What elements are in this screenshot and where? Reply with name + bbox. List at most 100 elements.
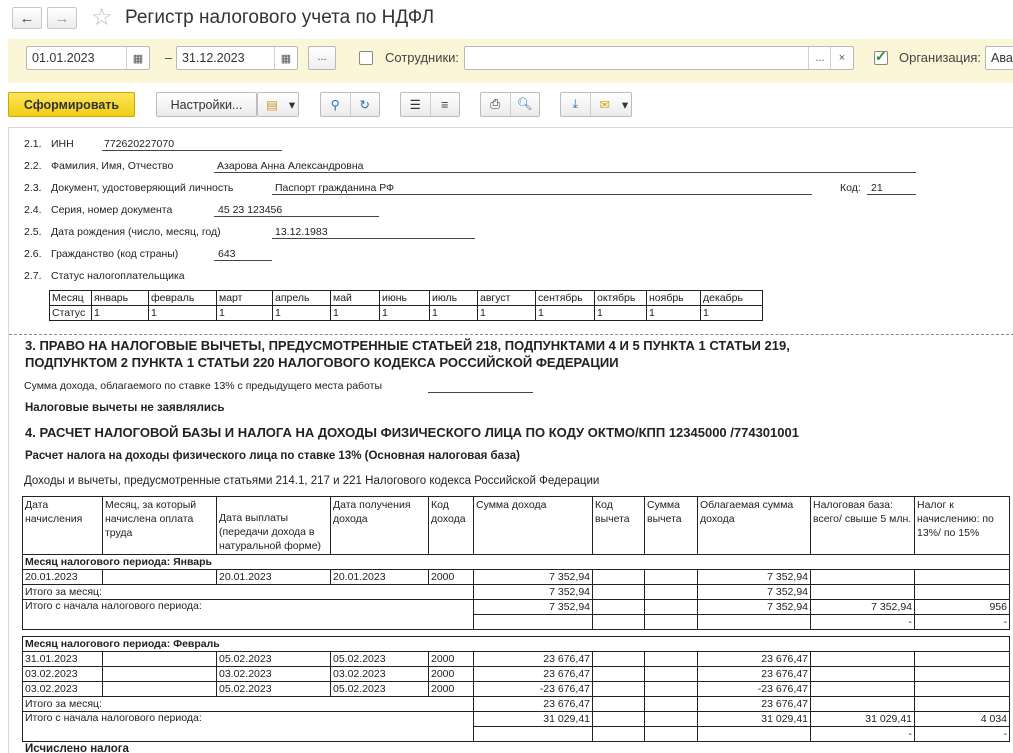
ytd-tax: 4 034 [914,711,1010,727]
search-next-icon[interactable]: ↻ [349,93,380,116]
date-from-value: 01.01.2023 [32,51,95,65]
send-email-icon[interactable]: ✉ [589,93,620,116]
cell-income-code: 2000 [428,666,474,682]
cell-payment-date: 20.01.2023 [216,569,331,585]
cell-deduction-sum [644,666,698,682]
print-icon[interactable]: ⎙ [481,93,510,116]
search-icon[interactable]: ⚲ [321,93,350,116]
toolbar: Сформировать Настройки... ▤ ▾ ⚲ ↻ ☰ ≡ ⎙ … [0,84,1013,126]
employees-checkbox[interactable] [359,51,373,65]
underline [214,260,272,261]
cell-month [102,651,217,667]
month-cell: апрель [272,290,331,306]
month-total-row: Итого за месяц: 23 676,47 23 676,47 [22,696,1010,712]
ytd-tax: 956 [914,599,1010,615]
underline [102,150,282,151]
cell-month [102,666,217,682]
status-cell: 1 [594,305,647,321]
employees-label: Сотрудники: [385,50,460,65]
status-cell: 1 [535,305,595,321]
print-button-group: ⎙ 🔍︎ [480,92,540,117]
back-arrow-icon[interactable]: ← [12,7,42,29]
status-header-cell: Статус [49,305,92,321]
month-section-title: Месяц налогового периода: Февраль [22,636,1010,652]
item-number: 2.5. [24,226,42,238]
settings-button[interactable]: Настройки... [156,92,257,117]
chevron-down-icon[interactable]: ▾ [619,93,631,116]
fio-value: Азарова Анна Александровна [217,160,364,172]
status-cell: 1 [272,305,331,321]
header-cell: Код вычета [592,496,645,555]
cell-income-code: 2000 [428,651,474,667]
employees-field[interactable]: ... × [464,46,854,70]
month-cell: июль [429,290,478,306]
organization-field[interactable]: Ава [985,46,1013,70]
date-to-field[interactable]: 31.12.2023 ▦ [176,46,298,70]
print-preview-icon[interactable]: 🔍︎ [509,93,540,116]
collapse-groups-icon[interactable]: ≡ [429,93,460,116]
calendar-icon[interactable]: ▦ [274,47,297,69]
header-cell: Сумма вычета [644,496,698,555]
total-taxable: 23 676,47 [697,696,811,712]
date-from-field[interactable]: 01.01.2023 ▦ [26,46,150,70]
status-cell: 1 [148,305,217,321]
cell-receipt-date: 05.02.2023 [330,651,429,667]
month-cell: февраль [148,290,217,306]
save-download-icon[interactable]: ⤓ [561,93,590,116]
month-section-row: Месяц налогового периода: Февраль [22,636,1010,652]
calendar-icon[interactable]: ▦ [126,47,149,69]
ytd-tax-base-over5m: - [810,726,915,742]
month-cell: октябрь [594,290,647,306]
ytd-tax-base: 7 352,94 [810,599,915,615]
spacer-row [22,629,1010,637]
citizenship-value: 643 [218,248,236,260]
cell-taxable-sum: 23 676,47 [697,666,811,682]
folder-icon: ▤ [266,98,278,112]
period-select-button[interactable]: ... [308,46,336,70]
table-row: 31.01.2023 05.02.2023 05.02.2023 2000 23… [22,651,1010,667]
cell-tax-base [810,681,915,697]
table-row: 03.02.2023 03.02.2023 03.02.2023 2000 23… [22,666,1010,682]
window-titlebar: ← → ☆ Регистр налогового учета по НДФЛ [0,0,1013,38]
cell-income-code: 2000 [428,681,474,697]
status-label: Статус налогоплательщика [51,270,185,282]
month-cell: январь [91,290,149,306]
cell-accrual-date: 03.02.2023 [22,681,103,697]
underline [214,216,379,217]
header-cell: Дата получения дохода [330,496,429,555]
fio-label: Фамилия, Имя, Отчество [51,160,174,172]
item-number: 2.1. [24,138,42,150]
organization-checkbox[interactable] [874,48,888,65]
underline [214,172,916,173]
cell-deduction-code [592,666,645,682]
employees-pick-button[interactable]: ... [808,47,831,69]
organization-value: Ава [991,51,1013,65]
forward-arrow-icon[interactable]: → [47,7,77,29]
total-label: Итого за месяц: [22,696,474,712]
clear-icon[interactable]: × [830,47,853,69]
month-cell: август [477,290,536,306]
month-total-row: Итого за месяц: 7 352,94 7 352,94 [22,584,1010,600]
series-value: 45 23 123456 [218,204,283,216]
header-cell: Код дохода [428,496,474,555]
item-number: 2.2. [24,160,42,172]
status-cell: 1 [216,305,273,321]
ytd-tax-base-over5m: - [810,614,915,630]
underline [272,238,475,239]
header-cell: Дата выплаты (передачи дохода в натураль… [216,496,331,555]
generate-button[interactable]: Сформировать [8,92,135,117]
cell-payment-date: 05.02.2023 [216,651,331,667]
expand-groups-icon[interactable]: ☰ [401,93,430,116]
chevron-down-icon: ▾ [288,98,296,112]
variants-dropdown-button[interactable]: ▤ ▾ [257,92,299,117]
favorite-star-icon[interactable]: ☆ [91,4,113,32]
code-value: 21 [871,182,883,194]
cell-receipt-date: 20.01.2023 [330,569,429,585]
income-table: Дата начисления Месяц, за который начисл… [22,496,1010,742]
cell-income-sum: -23 676,47 [473,681,593,697]
month-header-cell: Месяц [49,290,92,306]
cell-deduction-code [592,681,645,697]
date-to-value: 31.12.2023 [182,51,245,65]
status-cell: 1 [91,305,149,321]
cell-payment-date: 05.02.2023 [216,681,331,697]
